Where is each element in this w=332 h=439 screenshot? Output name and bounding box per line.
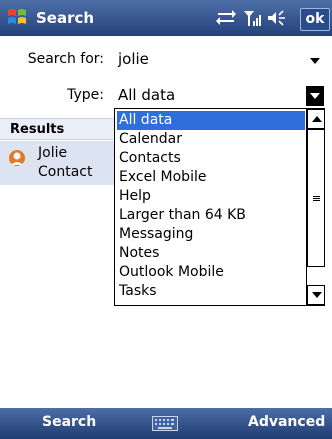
connectivity-icon [216,10,236,25]
search-input[interactable]: jolie [118,50,149,68]
dropdown-option[interactable]: Tasks [117,282,305,301]
volume-icon [268,10,285,26]
result-name: Jolie [38,145,68,161]
dropdown-option[interactable]: Excel Mobile [117,168,305,187]
keyboard-icon[interactable] [152,416,178,431]
search-history-chevron-down-icon[interactable] [310,58,320,64]
window-title: Search [36,9,95,27]
windows-start-icon[interactable] [6,6,28,28]
dropdown-option[interactable]: Contacts [117,149,305,168]
dropdown-option[interactable]: Messaging [117,225,305,244]
dropdown-option[interactable]: Notes [117,244,305,263]
type-dropdown-list[interactable]: All data Calendar Contacts Excel Mobile … [114,108,325,306]
result-type: Contact [38,164,93,180]
status-icons[interactable] [210,6,296,30]
dropdown-option[interactable]: All data [117,111,305,130]
search-for-label: Search for: [27,51,104,67]
contact-icon [9,150,25,166]
advanced-softkey[interactable]: Advanced [248,414,325,430]
scroll-down-button[interactable] [307,285,325,305]
results-header: Results [0,118,118,140]
result-item[interactable]: Jolie Contact [0,141,118,185]
dropdown-option[interactable]: Calendar [117,130,305,149]
type-label: Type: [67,87,104,103]
dropdown-scrollbar[interactable] [306,109,325,305]
scroll-thumb[interactable] [307,129,325,267]
dropdown-option[interactable]: Help [117,187,305,206]
scroll-up-button[interactable] [307,109,325,129]
ok-button[interactable]: ok [300,8,330,31]
softkey-bar: Search Advanced [0,408,332,439]
chevron-down-icon [312,292,322,298]
dropdown-option[interactable]: Larger than 64 KB [117,206,305,225]
type-dropdown-chevron-down-icon[interactable] [306,86,324,106]
chevron-up-icon [312,116,322,122]
dropdown-option[interactable]: Outlook Mobile [117,263,305,282]
title-bar: Search ok [0,0,332,36]
type-select[interactable]: All data [118,86,175,104]
search-softkey[interactable]: Search [42,414,96,430]
grip-icon [313,196,320,197]
signal-strength-icon [244,11,261,26]
